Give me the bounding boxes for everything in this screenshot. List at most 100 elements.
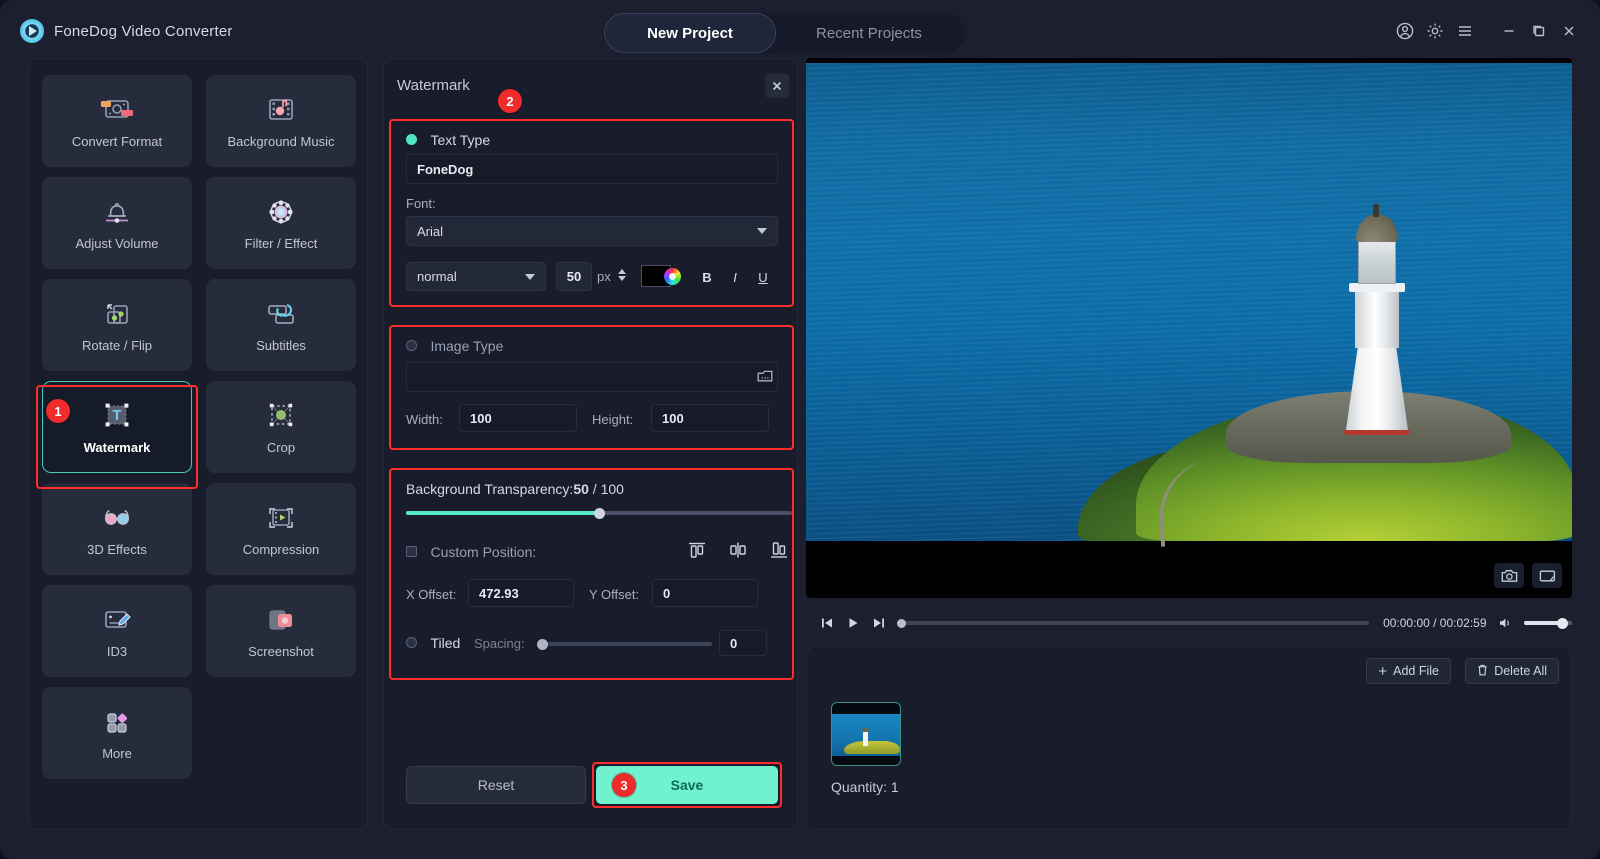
sidebar-item-subtitles[interactable]: Subtitles [206,279,356,371]
sidebar-item-background-music[interactable]: Background Music [206,75,356,167]
volume-icon[interactable] [1495,612,1517,634]
minimize-icon[interactable] [1494,16,1524,46]
underline-button[interactable]: U [752,266,774,288]
image-type-row[interactable]: Image Type [406,337,503,355]
video-canvas[interactable] [806,58,1572,598]
volume-slider[interactable] [1524,621,1572,625]
video-preview: 00:00:00 / 00:02:59 [806,58,1572,640]
font-style-select[interactable]: normal [406,262,546,291]
screen-icon[interactable] [1532,563,1562,588]
panel-header: Watermark [384,59,799,113]
font-family-select[interactable]: Arial [406,216,778,246]
tab-recent-projects[interactable]: Recent Projects [776,13,962,53]
play-icon[interactable] [842,612,864,634]
x-offset-label: X Offset: [406,587,456,602]
tiled-checkbox[interactable] [406,637,417,648]
close-icon[interactable] [765,74,789,98]
tiled-row[interactable]: Tiled [406,634,460,652]
spacing-slider[interactable] [542,642,712,646]
sidebar-item-more[interactable]: More [42,687,192,779]
lighthouse-gallery [1349,283,1405,292]
sidebar-item-3d-effects[interactable]: 3D Effects [42,483,192,575]
sidebar-item-convert-format[interactable]: Convert Format [42,75,192,167]
step-badge-3: 3 [612,773,636,797]
sidebar-item-filter-effect[interactable]: Filter / Effect [206,177,356,269]
watermark-text-input[interactable]: FoneDog [406,154,778,184]
chevron-down-icon [525,274,535,280]
text-type-radio[interactable] [406,134,417,145]
reset-button[interactable]: Reset [406,766,586,804]
close-icon[interactable] [1554,16,1584,46]
file-list-panel: + Add File Delete All Quantity: 1 [806,646,1572,830]
lighthouse-tip [1373,204,1379,217]
font-size-stepper[interactable] [618,269,626,281]
custom-position-row[interactable]: Custom Position: [406,543,536,561]
app-window: FoneDog Video Converter New Project Rece… [0,0,1600,859]
tab-new-project[interactable]: New Project [604,13,776,53]
step-badge-1: 1 [46,399,70,423]
image-path-input[interactable] [406,362,778,392]
id3-icon [99,603,135,637]
folder-icon[interactable] [757,369,773,389]
color-picker-wheel-icon[interactable] [664,268,681,285]
sidebar-item-label: Subtitles [256,338,306,353]
spacing-value-input[interactable]: 0 [719,630,767,656]
hamburger-menu-icon[interactable] [1450,16,1480,46]
sidebar-item-compression[interactable]: Compression [206,483,356,575]
y-offset-input[interactable]: 0 [652,579,758,607]
camera-icon[interactable] [1494,563,1524,588]
sidebar-item-rotate-flip[interactable]: Rotate / Flip [42,279,192,371]
font-style-row: normal 50 px B I U [394,262,789,300]
convert-format-icon [99,93,135,127]
crop-icon [263,399,299,433]
image-type-radio[interactable] [406,340,417,351]
text-type-section: Text Type FoneDog Font: Arial [394,121,789,249]
delete-all-button[interactable]: Delete All [1465,658,1559,684]
text-type-row[interactable]: Text Type [406,131,490,149]
image-width-input[interactable]: 100 [459,404,577,432]
file-thumbnail[interactable] [831,702,901,766]
sidebar-item-watermark[interactable]: T Watermark [42,381,192,473]
thumbnail-lighthouse-top [862,728,869,732]
custom-position-checkbox[interactable] [406,546,417,557]
playback-time: 00:00:00 / 00:02:59 [1383,616,1486,630]
text-type-label: Text Type [430,132,490,148]
player-controls: 00:00:00 / 00:02:59 [806,606,1572,640]
sidebar-item-id3[interactable]: ID3 [42,585,192,677]
font-size-unit: px [597,269,611,284]
align-middle-icon[interactable] [724,538,752,562]
custom-position-label: Custom Position: [430,544,536,560]
align-top-icon[interactable] [683,538,711,562]
gear-icon[interactable] [1420,16,1450,46]
align-bottom-icon[interactable] [765,538,793,562]
sidebar-item-adjust-volume[interactable]: Adjust Volume [42,177,192,269]
compression-icon [263,501,299,535]
width-label: Width: [406,412,443,427]
3d-effects-icon [99,501,135,535]
transparency-slider[interactable] [406,511,792,515]
sidebar-item-label: Convert Format [72,134,162,149]
thumbnail-lighthouse [863,731,868,746]
tiled-label: Tiled [430,635,460,651]
maximize-icon[interactable] [1524,16,1554,46]
font-size-input[interactable]: 50 [556,262,592,291]
playback-progress-slider[interactable] [900,621,1370,625]
background-music-icon [263,93,299,127]
skip-next-icon[interactable] [868,612,890,634]
window-controls [1390,0,1584,62]
transparency-label: Background Transparency: [406,481,573,497]
x-offset-input[interactable]: 472.93 [468,579,574,607]
app-brand: FoneDog Video Converter [20,19,233,43]
sidebar-item-label: Rotate / Flip [82,338,152,353]
italic-button[interactable]: I [724,266,746,288]
skip-previous-icon[interactable] [816,612,838,634]
height-label: Height: [592,412,633,427]
step-badge-2: 2 [498,89,522,113]
bold-button[interactable]: B [696,266,718,288]
add-file-button[interactable]: + Add File [1366,658,1451,684]
sidebar-item-screenshot[interactable]: Screenshot [206,585,356,677]
sidebar-item-crop[interactable]: Crop [206,381,356,473]
account-icon[interactable] [1390,16,1420,46]
image-height-input[interactable]: 100 [651,404,769,432]
sidebar-item-label: Crop [267,440,295,455]
